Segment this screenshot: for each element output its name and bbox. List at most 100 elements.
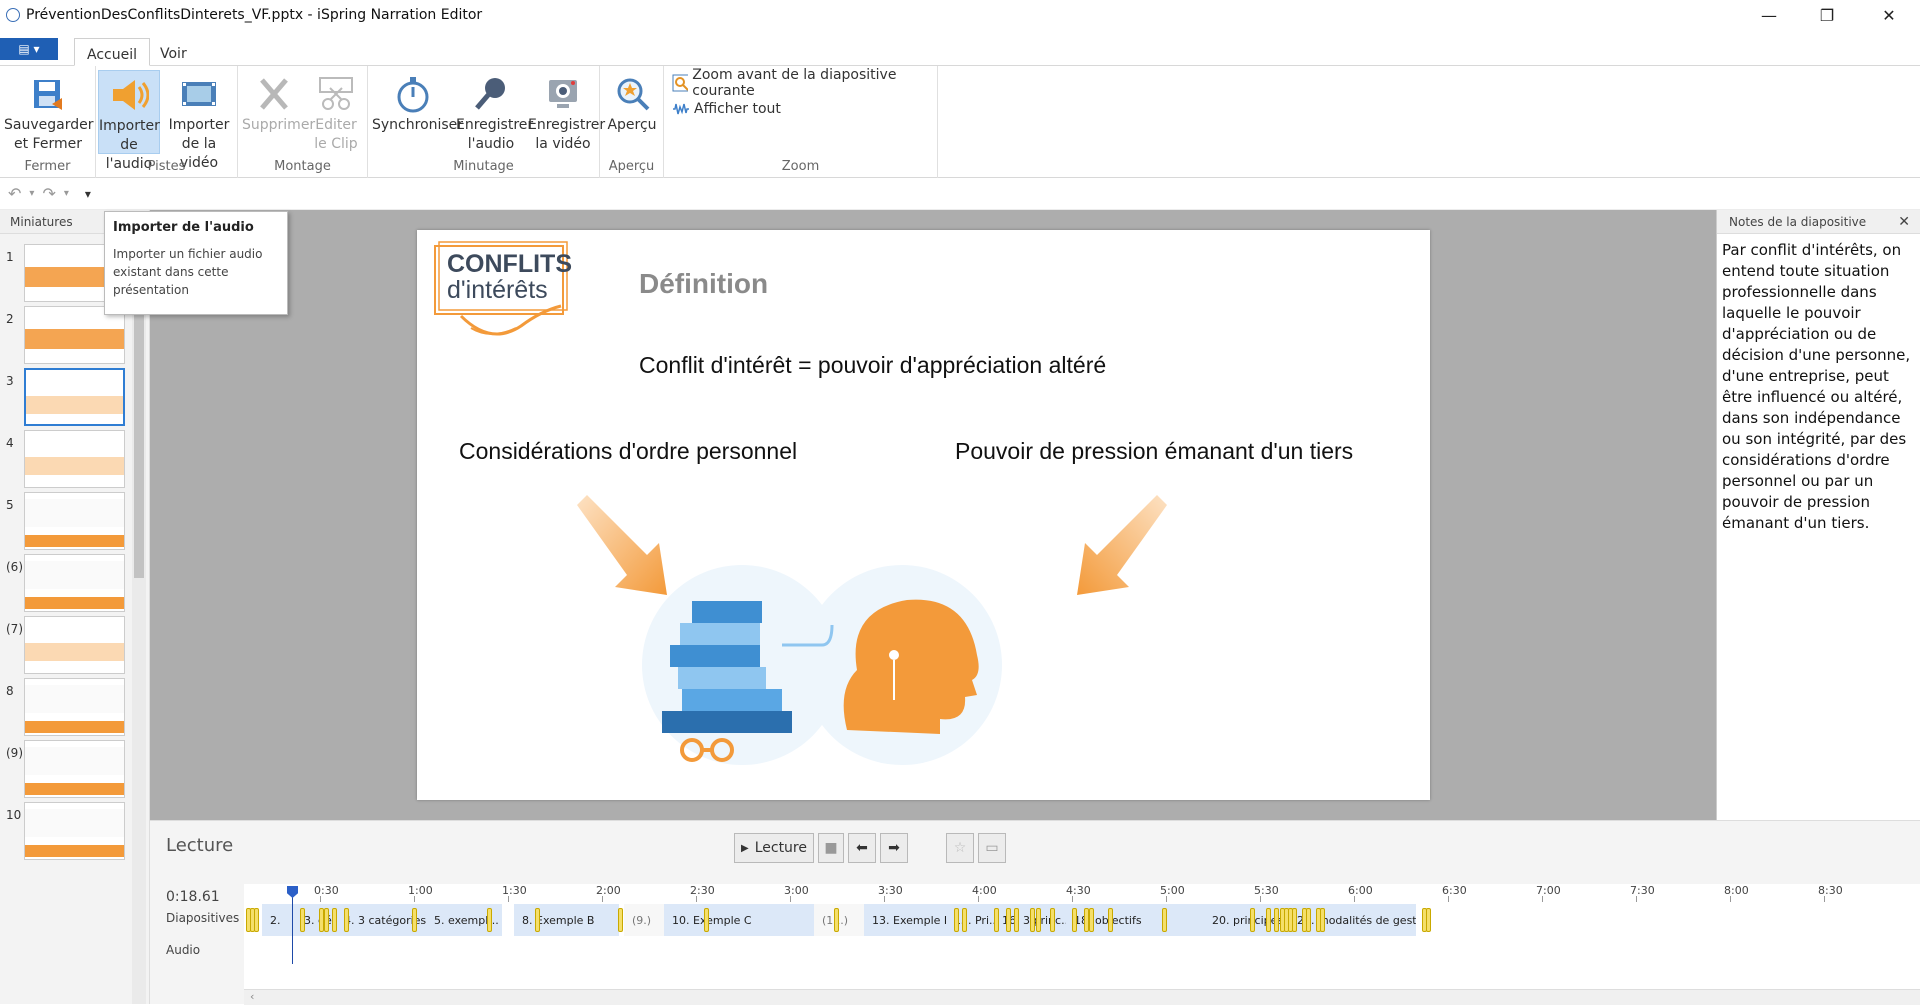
record-audio-label-2: l'audio	[467, 136, 515, 152]
slide-thumbnail[interactable]	[24, 616, 125, 674]
timeline-marker[interactable]	[535, 908, 540, 932]
timeline-marker[interactable]	[618, 908, 623, 932]
customize-qat-icon[interactable]: ▾	[85, 187, 91, 201]
timeline-marker[interactable]	[1292, 908, 1297, 932]
slide-thumbnail[interactable]	[24, 554, 125, 612]
record-audio-button[interactable]: Enregistrer l'audio	[456, 70, 533, 154]
timeline-marker[interactable]	[1089, 908, 1094, 932]
timeline-marker[interactable]	[1266, 908, 1271, 932]
close-button[interactable]: ✕	[1860, 0, 1918, 30]
synchronize-button[interactable]: Synchroniser	[372, 70, 463, 154]
slide-view-button[interactable]: ▭	[978, 833, 1006, 863]
quick-access-toolbar: ↶ ▾ ↷ ▾ ▾	[0, 178, 1920, 210]
slide-canvas[interactable]: CONFLITS d'intérêts Définition Conflit d…	[417, 230, 1430, 800]
audio-track[interactable]	[244, 938, 1920, 986]
timeline-marker[interactable]	[1250, 908, 1255, 932]
import-video-button[interactable]: Importer de la vidéo	[164, 70, 234, 171]
show-all-button[interactable]: Afficher tout	[672, 98, 781, 120]
timeline-horizontal-scrollbar[interactable]: ‹	[244, 989, 1920, 1005]
notes-text[interactable]: Par conflit d'intérêts, on entend toute …	[1717, 234, 1920, 534]
stop-button[interactable]: ■	[818, 833, 844, 863]
timeline-marker[interactable]	[1014, 908, 1019, 932]
ruler-tick-label: 4:00	[972, 884, 997, 897]
file-menu-button[interactable]: ▤ ▾	[0, 38, 58, 60]
slide-segment[interactable]: 13. Exemple D	[864, 904, 946, 936]
ruler-tick-label: 3:00	[784, 884, 809, 897]
timeline-marker[interactable]	[332, 908, 337, 932]
ruler-tick-label: 2:30	[690, 884, 715, 897]
tab-accueil[interactable]: Accueil	[74, 38, 150, 66]
slide-thumbnail[interactable]	[24, 492, 125, 550]
slide-title: Définition	[639, 268, 769, 299]
slide-thumbnail[interactable]	[24, 430, 125, 488]
redo-icon[interactable]: ↷	[42, 184, 55, 203]
timeline-marker[interactable]	[1426, 908, 1431, 932]
edit-clip-button[interactable]: Editer le Clip	[308, 70, 364, 154]
tab-voir[interactable]: Voir	[148, 38, 199, 66]
slide-segment[interactable]: (9.)	[624, 904, 664, 936]
slide-segment[interactable]: 2.	[262, 904, 296, 936]
playhead-handle[interactable]	[287, 886, 298, 898]
delete-x-icon	[254, 74, 294, 114]
scroll-left-icon[interactable]: ‹	[250, 990, 254, 1003]
timeline-marker[interactable]	[412, 908, 417, 932]
slide-thumbnail[interactable]	[24, 740, 125, 798]
marker-star-button[interactable]: ☆	[946, 833, 974, 863]
stop-icon: ■	[824, 840, 838, 856]
undo-dropdown-icon[interactable]: ▾	[29, 188, 34, 199]
slide-thumbnail[interactable]	[24, 678, 125, 736]
timeline-marker[interactable]	[1036, 908, 1041, 932]
slide-segment[interactable]: 10. Exemple C	[664, 904, 814, 936]
timeline-marker[interactable]	[1108, 908, 1113, 932]
timeline-marker[interactable]	[1006, 908, 1011, 932]
preview-button[interactable]: Aperçu	[604, 70, 660, 154]
timeline-marker[interactable]	[994, 908, 999, 932]
timeline-marker[interactable]	[1162, 908, 1167, 932]
previous-slide-button[interactable]: ⬅	[848, 833, 876, 863]
timeline-marker[interactable]	[300, 908, 305, 932]
minimize-button[interactable]: —	[1740, 0, 1798, 30]
timeline-marker[interactable]	[1050, 908, 1055, 932]
timeline-marker[interactable]	[324, 908, 329, 932]
microphone-icon	[471, 74, 511, 114]
ruler-tick-line	[414, 896, 415, 902]
record-video-label-1: Enregistrer	[528, 117, 606, 133]
timeline-marker[interactable]	[254, 908, 259, 932]
timeline-marker[interactable]	[487, 908, 492, 932]
play-button[interactable]: ▶ Lecture	[734, 833, 814, 863]
timeline-marker[interactable]	[704, 908, 709, 932]
ruler-tick-label: 6:00	[1348, 884, 1373, 897]
notes-close-icon[interactable]: ✕	[1898, 210, 1910, 234]
maximize-button[interactable]: ❐	[1798, 0, 1856, 30]
timeline-marker[interactable]	[1306, 908, 1311, 932]
slide-stage: CONFLITS d'intérêts Définition Conflit d…	[150, 210, 1716, 820]
tooltip-title: Importer de l'audio	[113, 220, 254, 235]
timeline-marker[interactable]	[344, 908, 349, 932]
timeline-marker[interactable]	[954, 908, 959, 932]
slide-thumbnail[interactable]	[24, 802, 125, 860]
timeline-track[interactable]: 0:30 1:00 1:30 2:00 2:30 3:00 3:30 4:00 4:30 5:00…	[244, 884, 1920, 1004]
ruler-tick-label: 7:30	[1630, 884, 1655, 897]
redo-dropdown-icon[interactable]: ▾	[64, 188, 69, 199]
timeline-marker[interactable]	[962, 908, 967, 932]
next-slide-button[interactable]: ➡	[880, 833, 908, 863]
timeline-marker[interactable]	[1072, 908, 1077, 932]
undo-icon[interactable]: ↶	[8, 184, 21, 203]
ruler-tick-label: 5:00	[1160, 884, 1185, 897]
slide-segment[interactable]: 8. Exemple B	[514, 904, 619, 936]
import-audio-button[interactable]: Importer de l'audio	[98, 70, 160, 172]
zoom-current-slide-button[interactable]: Zoom avant de la diapositive courante	[672, 67, 937, 99]
slide-segment[interactable]: (11.)	[814, 904, 864, 936]
save-close-button[interactable]: Sauvegarder et Fermer	[4, 70, 93, 154]
timeline-marker[interactable]	[1320, 908, 1325, 932]
record-video-button[interactable]: Enregistrer la vidéo	[528, 70, 606, 154]
timeline-marker[interactable]	[1274, 908, 1279, 932]
delete-label: Supprimer	[242, 117, 316, 133]
film-icon	[179, 74, 219, 114]
slide-thumbnail[interactable]	[24, 368, 125, 426]
thumbnails-scrollbar[interactable]	[132, 234, 146, 1004]
timeline-marker[interactable]	[1030, 908, 1035, 932]
ruler-tick-line	[790, 896, 791, 902]
timeline-marker[interactable]	[834, 908, 839, 932]
delete-button[interactable]: Supprimer	[242, 70, 316, 154]
